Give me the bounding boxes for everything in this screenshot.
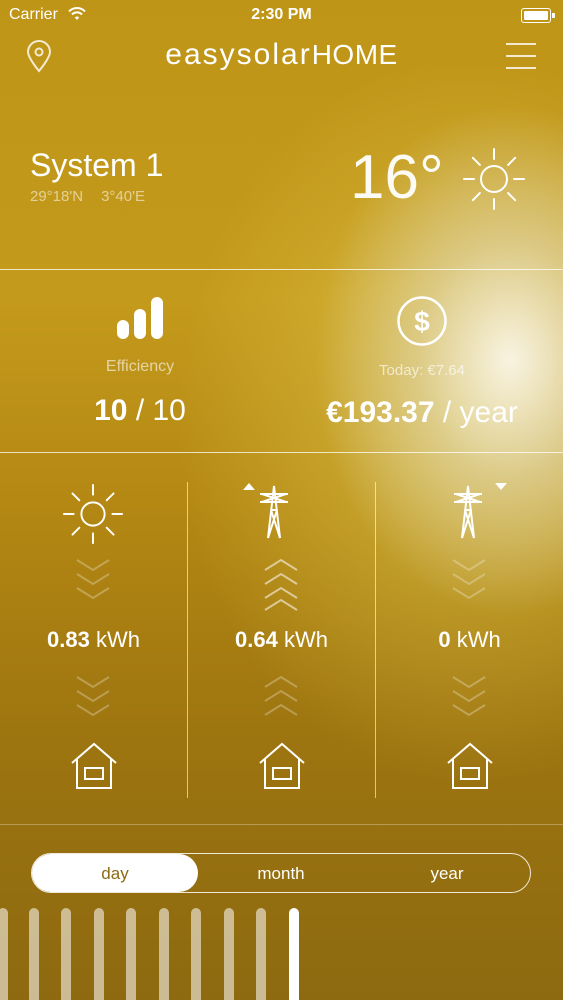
solar-kwh-value: 0.83 [47, 627, 90, 652]
chevron-down-icon [76, 559, 110, 600]
savings-amount: €193.37 [326, 396, 435, 429]
screen: Carrier 2:30 PM easysolarHOME System 1 2… [0, 0, 563, 1000]
battery-icon [521, 8, 555, 23]
solar-kwh: 0.83 kWh [0, 627, 187, 653]
svg-text:$: $ [414, 306, 430, 337]
export-kwh-value: 0.64 [235, 627, 278, 652]
logo-easysolar: easysolar [165, 38, 312, 71]
app-logo: easysolarHOME [0, 38, 563, 72]
divider [0, 269, 563, 270]
sun-production-icon [62, 483, 124, 545]
import-kwh-value: 0 [438, 627, 451, 652]
house-icon [259, 742, 305, 789]
chevron-down-icon [76, 676, 110, 717]
history-bar[interactable] [191, 908, 201, 1000]
export-kwh-unit: kWh [283, 627, 328, 652]
grid-export-icon [243, 483, 288, 539]
export-kwh: 0.64 kWh [188, 627, 375, 653]
chevron-down-icon [452, 676, 486, 717]
solar-kwh-unit: kWh [95, 627, 140, 652]
sun-icon [463, 148, 525, 210]
import-kwh-unit: kWh [456, 627, 501, 652]
chevron-down-icon [452, 559, 486, 600]
savings-value: €193.37 / year [298, 396, 546, 430]
chevron-up-icon [264, 558, 298, 611]
signal-bars-icon [117, 297, 163, 339]
tab-year[interactable]: year [364, 864, 530, 884]
system-coordinates: 29°18'N 3°40'E [30, 188, 145, 205]
savings-unit: / year [442, 396, 518, 429]
history-bar[interactable] [61, 908, 71, 1000]
efficiency-label: Efficiency [105, 358, 175, 375]
logo-home: HOME [311, 39, 398, 70]
tab-month[interactable]: month [198, 864, 364, 884]
house-icon [71, 742, 117, 789]
tab-day[interactable]: day [32, 864, 198, 884]
history-bar-current[interactable] [289, 908, 299, 1000]
menu-icon[interactable] [505, 42, 537, 70]
divider [0, 824, 563, 825]
temperature: 16° [350, 143, 444, 212]
history-bar[interactable] [126, 908, 136, 1000]
efficiency-value: 10 / 10 [40, 394, 240, 428]
history-bar[interactable] [159, 908, 169, 1000]
longitude: 3°40'E [101, 188, 145, 205]
import-kwh: 0 kWh [376, 627, 563, 653]
history-bar[interactable] [0, 908, 8, 1000]
latitude: 29°18'N [30, 188, 84, 205]
savings-today: Today: €7.64 [379, 362, 465, 379]
status-bar: Carrier 2:30 PM [0, 0, 563, 30]
efficiency-max: / 10 [135, 394, 186, 427]
history-bar[interactable] [256, 908, 266, 1000]
chevron-up-icon [264, 675, 298, 716]
grid-import-icon [454, 483, 507, 539]
house-icon [447, 742, 493, 789]
status-time: 2:30 PM [251, 6, 312, 23]
efficiency-score: 10 [94, 394, 128, 427]
history-bar[interactable] [94, 908, 104, 1000]
history-bar[interactable] [29, 908, 39, 1000]
system-name: System 1 [30, 147, 164, 183]
divider [0, 452, 563, 453]
dollar-icon: $ [397, 296, 447, 346]
history-bar[interactable] [224, 908, 234, 1000]
